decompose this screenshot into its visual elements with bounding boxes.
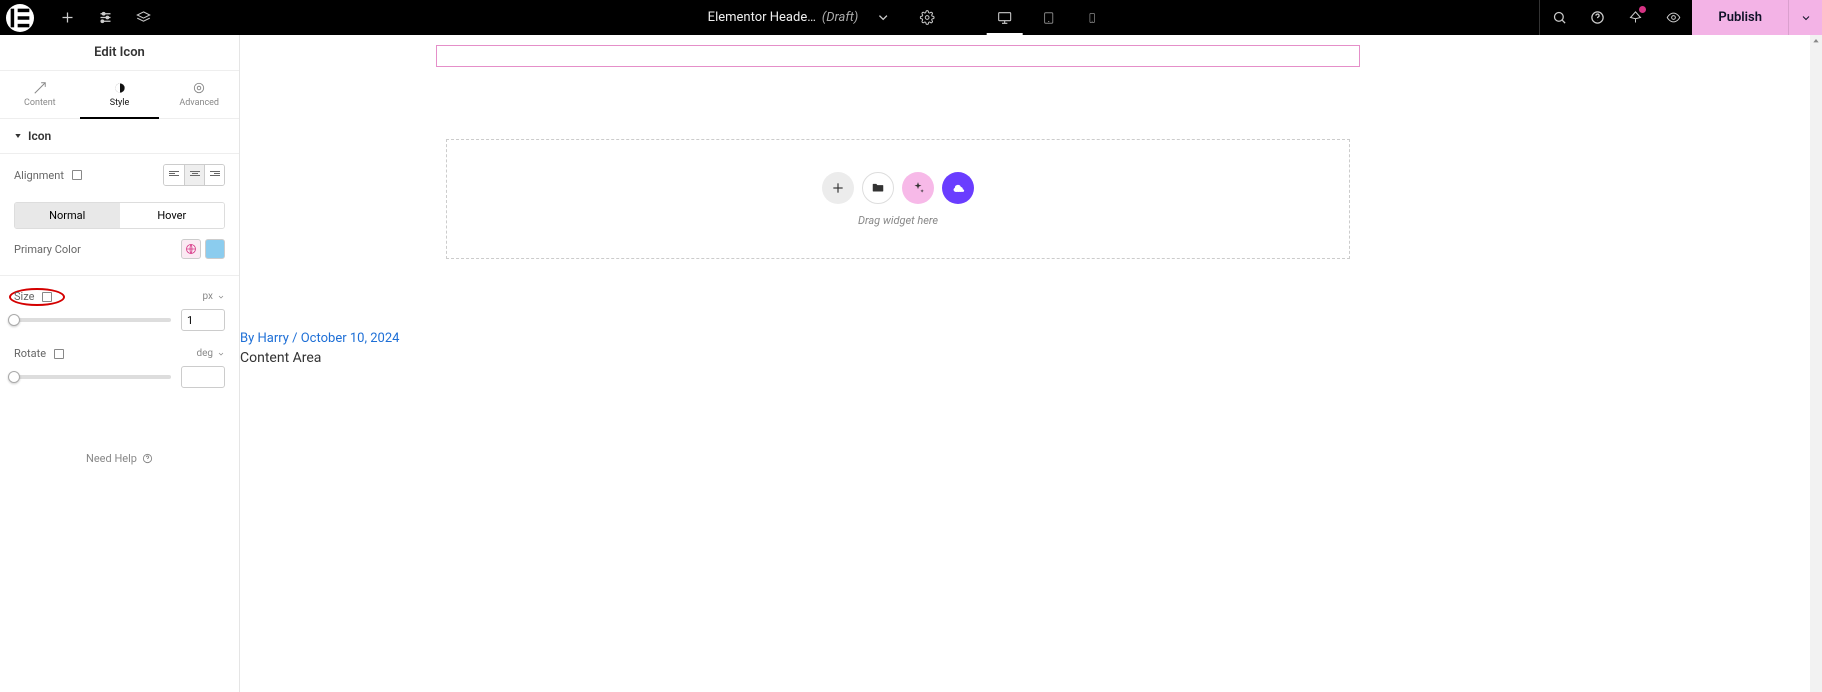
align-center-button[interactable] [184, 165, 204, 185]
notifications-icon[interactable] [1616, 0, 1654, 35]
tab-content-label: Content [24, 98, 56, 108]
size-input[interactable] [181, 309, 225, 331]
post-meta-sep: / [289, 331, 301, 346]
need-help-label: Need Help [86, 452, 137, 465]
ai-button[interactable] [902, 172, 934, 204]
add-button[interactable] [48, 0, 86, 35]
divider [0, 275, 239, 276]
post-author-link[interactable]: By Harry [240, 331, 289, 346]
editor-canvas: Drag widget here By Harry / October 10, … [240, 35, 1810, 692]
size-slider-thumb[interactable] [8, 314, 20, 326]
tab-advanced-label: Advanced [179, 98, 219, 108]
need-help-link[interactable]: Need Help [0, 452, 239, 465]
responsive-toggle-icon[interactable] [72, 170, 82, 180]
state-tabs: Normal Hover [14, 202, 225, 229]
topbar: Elementor Heade… (Draft) Publish [0, 0, 1822, 35]
publish-button[interactable]: Publish [1692, 0, 1788, 35]
add-section-button[interactable] [822, 172, 854, 204]
primary-color-label: Primary Color [14, 243, 81, 256]
icon-widget-selected[interactable] [436, 45, 1360, 67]
align-right-button[interactable] [204, 165, 224, 185]
size-label: Size [14, 290, 34, 303]
primary-color-control: Primary Color [0, 229, 239, 269]
widget-tabs: Content Style Advanced [0, 71, 239, 119]
search-icon[interactable] [1540, 0, 1578, 35]
global-color-button[interactable] [181, 239, 201, 259]
content-area-label: Content Area [240, 350, 399, 366]
template-library-button[interactable] [862, 172, 894, 204]
document-chevron-down-icon[interactable] [864, 0, 902, 35]
size-unit-label: px [202, 291, 213, 302]
topbar-left [0, 0, 162, 35]
topbar-center: Elementor Heade… (Draft) [708, 0, 1115, 35]
section-icon-toggle[interactable]: Icon [0, 119, 239, 154]
tab-style[interactable]: Style [80, 71, 160, 119]
responsive-device-group [982, 0, 1114, 35]
tab-style-label: Style [110, 98, 130, 108]
preview-eye-icon[interactable] [1654, 0, 1692, 35]
drop-zone[interactable]: Drag widget here [446, 139, 1350, 259]
size-responsive-toggle-icon[interactable] [42, 292, 52, 302]
state-hover-tab[interactable]: Hover [120, 203, 225, 228]
help-icon[interactable] [1578, 0, 1616, 35]
drop-zone-label: Drag widget here [858, 214, 938, 227]
rotate-responsive-toggle-icon[interactable] [54, 349, 64, 359]
elementor-logo[interactable] [6, 4, 34, 32]
size-unit-select[interactable]: px [202, 291, 225, 302]
sidebar-title: Edit Icon [0, 35, 239, 71]
device-tablet-button[interactable] [1026, 0, 1070, 35]
rotate-label: Rotate [14, 347, 46, 360]
scrollbar-up-arrow[interactable] [1810, 35, 1822, 47]
topbar-right: Publish [1539, 0, 1822, 35]
rotate-control: Rotate deg [0, 339, 239, 396]
size-control: Size px [0, 282, 239, 339]
editor-sidebar: Edit Icon Content Style Advanced Icon Al… [0, 35, 240, 692]
color-picker-swatch[interactable] [205, 239, 225, 259]
rotate-slider-thumb[interactable] [8, 371, 20, 383]
section-icon-label: Icon [28, 129, 51, 143]
settings-sliders-icon[interactable] [86, 0, 124, 35]
rotate-slider[interactable] [14, 375, 171, 379]
document-title: Elementor Heade… [708, 10, 816, 25]
state-normal-tab[interactable]: Normal [15, 203, 120, 228]
structure-layers-icon[interactable] [124, 0, 162, 35]
rotate-unit-select[interactable]: deg [196, 348, 225, 359]
vertical-scrollbar[interactable] [1810, 35, 1822, 692]
align-left-button[interactable] [164, 165, 184, 185]
document-draft-label: (Draft) [822, 10, 858, 25]
publish-options-chevron[interactable] [1788, 0, 1822, 35]
alignment-label: Alignment [14, 169, 64, 182]
device-desktop-button[interactable] [982, 0, 1026, 35]
rotate-input[interactable] [181, 366, 225, 388]
post-meta: By Harry / October 10, 2024 Content Area [240, 331, 399, 366]
size-slider[interactable] [14, 318, 171, 322]
alignment-control: Alignment [0, 154, 239, 196]
post-date-link[interactable]: October 10, 2024 [301, 331, 400, 346]
tab-advanced[interactable]: Advanced [159, 71, 239, 118]
rotate-unit-label: deg [196, 348, 213, 359]
import-button[interactable] [942, 172, 974, 204]
tab-content[interactable]: Content [0, 71, 80, 118]
device-mobile-button[interactable] [1070, 0, 1114, 35]
page-settings-gear-icon[interactable] [908, 0, 946, 35]
